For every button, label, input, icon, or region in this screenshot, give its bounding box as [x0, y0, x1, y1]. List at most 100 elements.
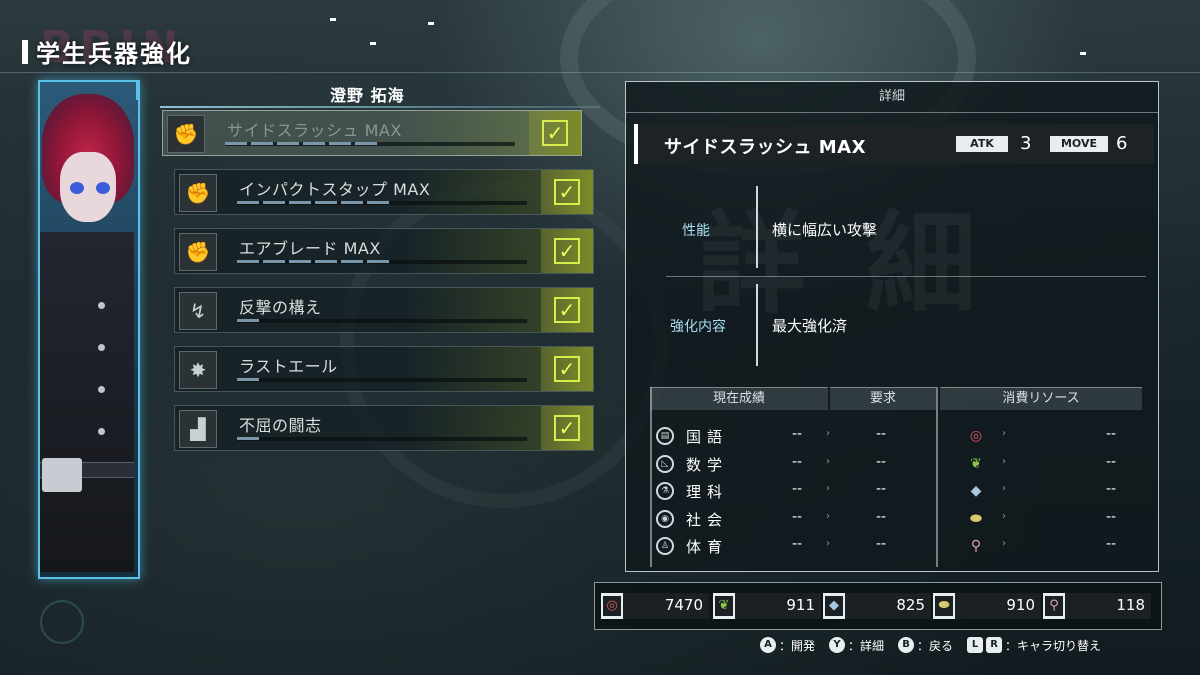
level-bars — [237, 437, 263, 440]
resource-value-box: 118 — [1065, 593, 1151, 619]
character-eye — [70, 182, 84, 194]
counter-icon: ↯ — [179, 292, 217, 330]
skill-name: インパクトスタップ MAX — [239, 180, 431, 199]
current-grade: -- — [792, 536, 803, 552]
check-cell[interactable]: ✓ — [541, 170, 593, 214]
required-grade: -- — [876, 453, 887, 470]
subject-row: ◉ 社会 -- › -- ⬬ › -- — [656, 508, 1136, 530]
resource-cost: -- — [1106, 453, 1117, 470]
level-pip — [289, 260, 311, 263]
subject-row: ♙ 体育 -- › -- ⚲ › -- — [656, 535, 1136, 557]
runner-icon: ♙ — [656, 537, 674, 555]
a-button-icon[interactable]: A — [760, 637, 776, 653]
level-bars — [237, 201, 393, 204]
check-cell[interactable]: ✓ — [541, 406, 593, 450]
arrow-icon: › — [1002, 510, 1006, 522]
skill-row[interactable]: ▟ 不屈の闘志 ✓ — [174, 405, 594, 451]
level-pip — [341, 201, 363, 204]
fist-icon: ✊ — [179, 174, 217, 212]
skill-row[interactable]: ✊ エアブレード MAX ✓ — [174, 228, 594, 274]
coin-icon: ◎ — [603, 596, 621, 616]
level-track — [237, 319, 527, 323]
arrow-icon: › — [826, 538, 830, 549]
check-cell[interactable]: ✓ — [541, 229, 593, 273]
skill-row[interactable]: ✊ インパクトスタップ MAX ✓ — [174, 169, 594, 215]
subject-name: 数学 — [686, 455, 729, 474]
divider — [756, 284, 758, 366]
subject-name: 国語 — [686, 428, 729, 446]
decor-dash — [370, 42, 376, 45]
uniform-button — [98, 386, 105, 393]
resource-cell: ◆ 825 — [823, 593, 931, 619]
decor-dash — [1080, 52, 1086, 55]
move-tag: MOVE — [1050, 136, 1108, 152]
divider — [666, 276, 1146, 277]
level-pip — [329, 142, 351, 145]
arrow-icon: › — [826, 455, 830, 467]
current-grade: -- — [792, 426, 803, 442]
level-pip — [237, 201, 259, 204]
current-grade: -- — [792, 481, 803, 497]
check-cell[interactable]: ✓ — [541, 347, 593, 391]
name-underline — [160, 106, 600, 108]
burst-icon: ✸ — [179, 351, 217, 389]
check-cell[interactable]: ✓ — [529, 111, 581, 155]
skill-row[interactable]: ✊ サイドスラッシュ MAX ✓ — [162, 110, 582, 156]
arrow-icon: › — [826, 510, 830, 522]
frame-accent — [136, 80, 140, 100]
skill-name: サイドスラッシュ MAX — [227, 121, 402, 140]
b-button-icon[interactable]: B — [898, 637, 915, 653]
ore-icon: ⬬ — [935, 596, 953, 616]
resource-amount: 911 — [786, 596, 815, 614]
y-button-icon[interactable]: Y — [829, 637, 846, 653]
uniform-button — [98, 428, 105, 435]
key-icon: ⚲ — [1045, 596, 1063, 616]
upgrade-label: 強化内容 — [670, 319, 726, 335]
level-pip — [355, 142, 377, 145]
upgrade-value: 最大強化済 — [772, 317, 848, 335]
resource-value-box: 825 — [845, 593, 931, 619]
arrow-icon: › — [1002, 538, 1006, 549]
crystal-icon: ◆ — [825, 596, 843, 616]
character-eye — [96, 182, 110, 194]
arrow-icon: › — [1002, 428, 1006, 439]
character-portrait[interactable] — [38, 80, 140, 579]
level-pip — [315, 260, 337, 263]
level-bars — [237, 378, 263, 381]
required-grade: -- — [876, 536, 887, 552]
key-icon: ⚲ — [970, 538, 982, 554]
l-button-icon[interactable]: L — [967, 637, 984, 653]
level-track — [237, 437, 527, 441]
arrow-icon: › — [1002, 483, 1006, 494]
resource-cost: -- — [1106, 536, 1117, 552]
develop-hint: ：開発 — [779, 638, 816, 653]
subject-row: ◺ 数学 -- › -- ❦ › -- — [656, 453, 1136, 475]
resource-cell: ⚲ 118 — [1043, 593, 1151, 619]
decor-circle — [40, 600, 84, 644]
skill-name: エアブレード MAX — [239, 239, 381, 258]
level-pip — [237, 437, 259, 440]
r-button-icon[interactable]: R — [986, 637, 1003, 653]
subject-name: 理科 — [686, 483, 729, 501]
resource-value-box: 910 — [955, 593, 1041, 619]
level-pip — [289, 201, 311, 204]
current-grade: -- — [792, 508, 803, 525]
level-pip — [367, 201, 389, 204]
skill-row[interactable]: ✸ ラストエール ✓ — [174, 346, 594, 392]
row-highlight — [175, 406, 593, 450]
title-marker — [22, 39, 28, 64]
triangle-ruler-icon: ◺ — [656, 454, 674, 473]
resource-amount: 118 — [1116, 596, 1145, 614]
resource-cost: -- — [1106, 481, 1117, 497]
required-header: 要求 — [830, 387, 936, 410]
detail-panel: 詳細 詳細 サイドスラッシュ MAX ATK 3 MOVE 6 性能 横に幅広い… — [625, 81, 1159, 572]
performance-value: 横に幅広い攻撃 — [772, 221, 878, 239]
arrow-icon: › — [826, 483, 830, 494]
level-track — [237, 378, 527, 382]
level-pip — [315, 201, 337, 204]
level-pip — [251, 142, 273, 145]
skill-row[interactable]: ↯ 反撃の構え ✓ — [174, 287, 594, 333]
check-cell[interactable]: ✓ — [541, 288, 593, 332]
skill-name: ラストエール — [239, 357, 338, 376]
required-grade: -- — [876, 508, 887, 525]
